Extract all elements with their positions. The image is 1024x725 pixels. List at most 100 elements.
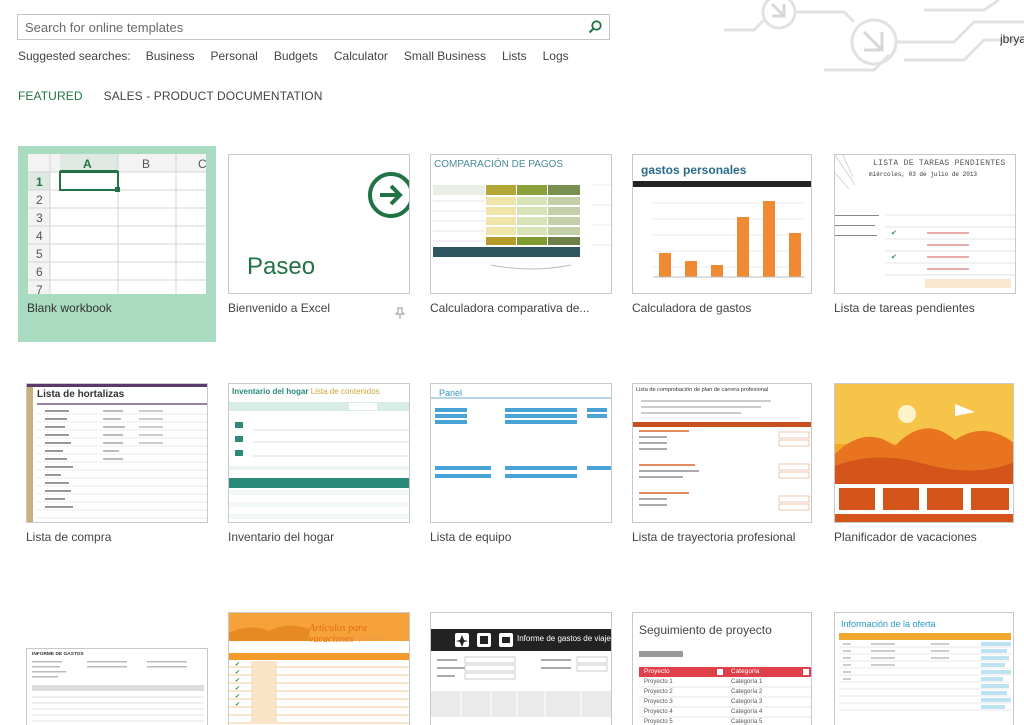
template-caption: Planificador de vacaciones [834, 530, 977, 544]
payment-table-graphic [433, 184, 611, 270]
template-tile-articulos-vacaciones[interactable]: ✔ ✔ ✔ ✔ ✔ ✔ Artículos para vacaciones lista c… [228, 612, 410, 725]
template-tile-tareas[interactable]: LISTA DE TAREAS PENDIENTES miércoles, 03… [834, 154, 1024, 324]
tab-featured[interactable]: FEATURED [18, 89, 83, 103]
suggested-link-lists[interactable]: Lists [502, 49, 527, 63]
template-thumbnail: Lista de comprobación de plan de carrera… [632, 383, 812, 523]
suggested-link-personal[interactable]: Personal [210, 49, 257, 63]
template-thumbnail: Información de la oferta [834, 612, 1014, 725]
svg-text:✔: ✔ [235, 669, 240, 676]
category-cell: Categoría 3 [731, 699, 763, 705]
tab-sales-product-documentation[interactable]: SALES - PRODUCT DOCUMENTATION [104, 89, 323, 103]
template-tile-compra[interactable]: Lista de hortalizas Lista de compra [26, 383, 208, 553]
template-tile-equipo[interactable]: Panel Lista de equipo [430, 383, 612, 553]
template-tile-oferta[interactable]: Información de la oferta [834, 612, 1024, 725]
template-caption: Calculadora de gastos [632, 301, 752, 315]
search-box[interactable] [17, 14, 610, 40]
row-header: 3 [36, 211, 43, 225]
svg-text:✔: ✔ [235, 701, 240, 708]
template-thumbnail: Informe de gastos de viaje [430, 612, 612, 725]
template-tile-vacaciones[interactable]: Planificador de vacaciones [834, 383, 1024, 553]
suggested-searches: Suggested searches: Business Personal Bu… [18, 49, 585, 63]
template-tile-seguimiento[interactable]: Seguimiento de proyecto Proyecto Categor… [632, 612, 814, 725]
svg-text:✔: ✔ [235, 661, 240, 668]
template-caption: Lista de trayectoria profesional [632, 530, 796, 544]
template-thumbnail: Seguimiento de proyecto Proyecto Categor… [632, 612, 812, 725]
blank-workbook-thumbnail: A B C 1 2 3 4 5 6 7 [28, 154, 206, 294]
project-cell: Proyecto 4 [644, 709, 673, 715]
blank-workbook-caption: Blank workbook [27, 301, 112, 315]
template-thumbnail: Paseo [228, 154, 410, 294]
project-cell: Proyecto 2 [644, 689, 673, 695]
column-header-categoria: Categoría [731, 668, 760, 675]
template-thumbnail: gastos personales [632, 154, 812, 294]
row-header: 2 [36, 193, 43, 207]
svg-text:✔: ✔ [235, 693, 240, 700]
category-cell: Categoría 4 [731, 709, 763, 715]
column-header-b: B [142, 157, 151, 171]
template-caption: Lista de compra [26, 530, 112, 544]
template-thumbnail: LISTA DE TAREAS PENDIENTES miércoles, 03… [834, 154, 1016, 294]
vacation-planner-graphic [835, 384, 1013, 522]
row-header: 5 [36, 247, 43, 261]
template-thumbnail: Panel [430, 383, 612, 523]
project-cell: Proyecto 1 [644, 679, 673, 685]
category-cell: Categoría 1 [731, 679, 763, 685]
template-subtitle: lista comprobación [335, 637, 386, 643]
project-cell: Proyecto 3 [644, 699, 673, 705]
template-tile-comparacion[interactable]: COMPARACIÓN DE PAGOS Calculadora compara… [430, 154, 612, 324]
template-title: Lista de hortalizas [37, 389, 125, 400]
template-thumbnail: Lista de hortalizas [26, 383, 208, 523]
suggested-link-logs[interactable]: Logs [543, 49, 569, 63]
column-header-proyecto: Proyecto [644, 668, 670, 675]
blank-workbook-tile[interactable]: A B C 1 2 3 4 5 6 7 Blank workbook [18, 146, 216, 342]
template-tile-trayectoria[interactable]: Lista de comprobación de plan de carrera… [632, 383, 814, 553]
blank-grid [28, 154, 206, 294]
template-tile-gastos[interactable]: gastos personales Calculadora de gastos [632, 154, 814, 324]
template-caption: Lista de tareas pendientes [834, 301, 975, 315]
template-tile-gastos-viaje[interactable]: Informe de gastos de viaje [430, 612, 612, 725]
template-tile-inventario[interactable]: Inventario del hogar Lista de contenidos… [228, 383, 410, 553]
circuit-decoration [724, 0, 1024, 72]
template-title: Informe de gastos de viaje [517, 634, 611, 643]
svg-text:✔: ✔ [235, 685, 240, 692]
template-caption: Calculadora comparativa de... [430, 301, 590, 315]
row-header: 1 [36, 175, 43, 189]
search-input[interactable] [18, 15, 578, 39]
suggested-searches-label: Suggested searches: [18, 49, 131, 63]
offer-info-graphic [839, 633, 1011, 711]
column-header-a: A [83, 157, 92, 171]
suggested-link-budgets[interactable]: Budgets [274, 49, 318, 63]
template-thumbnail: INFORME DE GASTOS [26, 648, 208, 725]
project-cell: Proyecto 5 [644, 719, 673, 725]
template-thumbnail: COMPARACIÓN DE PAGOS [430, 154, 612, 294]
template-tile-bienvenido[interactable]: Paseo Bienvenido a Excel [228, 154, 410, 324]
template-title: Paseo [247, 253, 316, 280]
template-tile-informe-gastos[interactable]: INFORME DE GASTOS [26, 648, 208, 725]
template-thumbnail: ✔ ✔ ✔ ✔ ✔ ✔ Artículos para vacaciones lista c… [228, 612, 410, 725]
row-header: 4 [36, 229, 43, 243]
suggested-link-calculator[interactable]: Calculator [334, 49, 388, 63]
category-cell: Categoría 5 [731, 719, 763, 725]
travel-expense-graphic [431, 629, 611, 717]
template-thumbnail [834, 383, 1014, 523]
arrow-circle-icon [368, 172, 409, 218]
svg-text:✔: ✔ [891, 229, 897, 237]
expense-report-graphic [32, 661, 204, 722]
career-checklist-graphic [633, 400, 811, 511]
suggested-link-small-business[interactable]: Small Business [404, 49, 486, 63]
column-header-c: C [198, 157, 206, 171]
todo-list-graphic: ✔✔ [835, 155, 1015, 288]
pin-icon[interactable] [395, 307, 405, 319]
template-thumbnail: Inventario del hogar Lista de contenidos [228, 383, 410, 523]
svg-text:✔: ✔ [891, 253, 897, 261]
search-icon[interactable] [587, 19, 603, 35]
user-name[interactable]: jbryan [1000, 32, 1024, 46]
category-cell: Categoría 2 [731, 689, 763, 695]
template-caption: Lista de equipo [430, 530, 512, 544]
inventory-graphic [229, 402, 409, 519]
template-caption: Inventario del hogar [228, 530, 335, 544]
suggested-link-business[interactable]: Business [146, 49, 195, 63]
expense-chart-graphic [633, 181, 811, 278]
row-header: 6 [36, 265, 43, 279]
svg-text:✔: ✔ [235, 677, 240, 684]
